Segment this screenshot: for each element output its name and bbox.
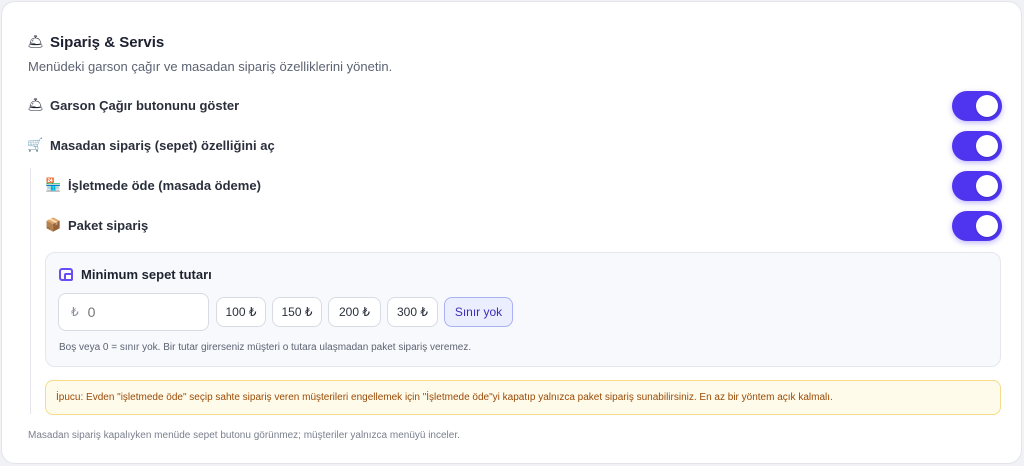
wallet-icon [59,268,73,281]
pay-at-venue-toggle[interactable] [952,171,1002,201]
setting-row-pay-at-venue: 🏪 İşletmede öde (masada ödeme) [45,175,261,195]
lira-sign-icon: ₺ [71,305,79,319]
footer-note: Masadan sipariş kapalıyken menüde sepet … [28,430,460,441]
preset-150-button[interactable]: 150 ₺ [272,297,322,327]
package-order-toggle[interactable] [952,211,1002,241]
setting-row-table-order: 🛒 Masadan sipariş (sepet) özelliğini aç [27,135,275,155]
minimum-basket-hint: Boş veya 0 = sınır yok. Bir tutar girers… [59,342,472,353]
minimum-basket-panel: Minimum sepet tutarı ₺ 100 ₺ 150 ₺ 200 ₺… [45,252,1001,367]
setting-row-waiter-call: 🛎 Garson Çağır butonunu göster [27,95,240,115]
tip-text: İpucu: Evden "işletmede öde" seçip sahte… [56,392,833,403]
section-header: 🛎 Sipariş & Servis [27,32,165,52]
no-limit-button[interactable]: Sınır yok [444,297,513,327]
section-title: Sipariş & Servis [50,33,165,51]
toggle-knob [976,95,998,117]
setting-label: İşletmede öde (masada ödeme) [68,177,261,193]
minimum-amount-input[interactable] [87,304,188,320]
toggle-knob [976,175,998,197]
setting-label: Garson Çağır butonunu göster [50,97,240,113]
table-order-toggle[interactable] [952,131,1002,161]
bellhop-bell-icon: 🛎 [27,34,44,50]
setting-label: Paket sipariş [68,217,149,233]
minimum-basket-header: Minimum sepet tutarı [59,267,212,282]
preset-100-button[interactable]: 100 ₺ [216,297,266,327]
section-subtitle: Menüdeki garson çağır ve masadan sipariş… [28,59,393,74]
package-icon: 📦 [45,217,62,233]
tip-banner: İpucu: Evden "işletmede öde" seçip sahte… [45,380,1001,415]
preset-200-button[interactable]: 200 ₺ [328,297,381,327]
settings-card: 🛎 Sipariş & Servis Menüdeki garson çağır… [1,1,1022,464]
shopping-cart-icon: 🛒 [27,137,44,153]
preset-300-button[interactable]: 300 ₺ [387,297,438,327]
toggle-knob [976,135,998,157]
toggle-knob [976,215,998,237]
store-icon: 🏪 [45,177,62,193]
minimum-amount-field[interactable]: ₺ [58,293,209,331]
bellhop-bell-icon: 🛎 [27,97,44,113]
setting-label: Masadan sipariş (sepet) özelliğini aç [50,137,275,153]
indent-divider [30,168,31,414]
setting-row-package-order: 📦 Paket sipariş [45,215,149,235]
waiter-call-toggle[interactable] [952,91,1002,121]
minimum-basket-title: Minimum sepet tutarı [81,267,212,282]
